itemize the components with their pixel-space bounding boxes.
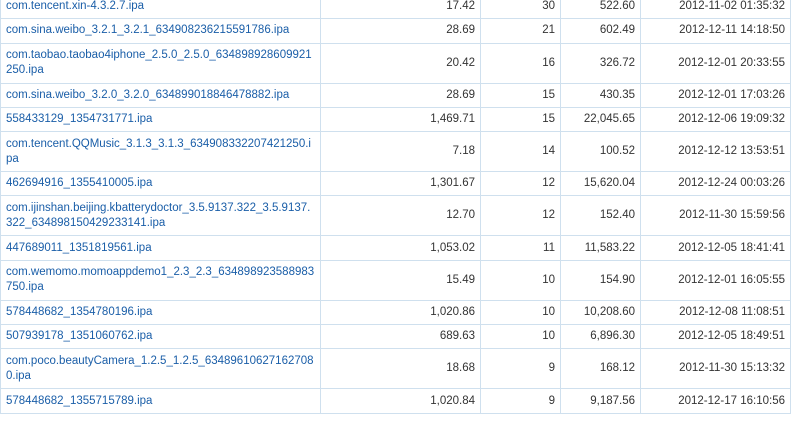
file-size-cell: 18.68 (320, 348, 481, 390)
total-size-cell: 22,045.65 (560, 106, 641, 133)
table-row: com.tencent.xin-4.3.2.7.ipa 17.42 30 522… (0, 0, 791, 20)
timestamp-cell: 2012-12-01 20:33:55 (640, 42, 791, 84)
total-size-cell: 326.72 (560, 42, 641, 84)
timestamp-cell: 2012-12-01 16:05:55 (640, 259, 791, 301)
total-size-cell: 9,187.56 (560, 388, 641, 414)
file-name-link[interactable]: 578448682_1355715789.ipa (0, 388, 321, 414)
file-size-cell: 1,469.71 (320, 106, 481, 133)
file-name-link[interactable]: com.taobao.taobao4iphone_2.5.0_2.5.0_634… (0, 42, 321, 84)
table-row: 462694916_1355410005.ipa 1,301.67 12 15,… (0, 171, 791, 197)
download-count-cell: 12 (480, 195, 561, 237)
file-name-link[interactable]: 578448682_1354780196.ipa (0, 299, 321, 326)
timestamp-cell: 2012-12-06 19:09:32 (640, 106, 791, 133)
file-name-link[interactable]: com.ijinshan.beijing.kbatterydoctor_3.5.… (0, 195, 321, 237)
download-count-cell: 9 (480, 388, 561, 414)
download-count-cell: 30 (480, 0, 561, 20)
download-count-cell: 10 (480, 299, 561, 326)
file-size-cell: 1,053.02 (320, 235, 481, 261)
file-size-cell: 1,020.86 (320, 299, 481, 326)
file-size-cell: 689.63 (320, 324, 481, 350)
timestamp-cell: 2012-12-05 18:49:51 (640, 324, 791, 350)
timestamp-cell: 2012-12-24 00:03:26 (640, 171, 791, 197)
download-count-cell: 10 (480, 324, 561, 350)
ipa-stats-table: com.tencent.xin-4.3.2.7.ipa 17.42 30 522… (0, 0, 791, 414)
file-name-link[interactable]: 558433129_1354731771.ipa (0, 106, 321, 133)
timestamp-cell: 2012-12-12 13:53:51 (640, 131, 791, 173)
file-name-link[interactable]: com.sina.weibo_3.2.0_3.2.0_6348990188464… (0, 82, 321, 108)
total-size-cell: 6,896.30 (560, 324, 641, 350)
file-name-link[interactable]: com.sina.weibo_3.2.1_3.2.1_6349082362155… (0, 18, 321, 44)
total-size-cell: 10,208.60 (560, 299, 641, 326)
table-row: 507939178_1351060762.ipa 689.63 10 6,896… (0, 324, 791, 350)
file-name-link[interactable]: 462694916_1355410005.ipa (0, 171, 321, 197)
download-count-cell: 16 (480, 42, 561, 84)
total-size-cell: 11,583.22 (560, 235, 641, 261)
file-size-cell: 1,301.67 (320, 171, 481, 197)
table-row: 578448682_1354780196.ipa 1,020.86 10 10,… (0, 299, 791, 326)
timestamp-cell: 2012-12-01 17:03:26 (640, 82, 791, 108)
total-size-cell: 522.60 (560, 0, 641, 20)
total-size-cell: 152.40 (560, 195, 641, 237)
download-count-cell: 21 (480, 18, 561, 44)
table-row: 447689011_1351819561.ipa 1,053.02 11 11,… (0, 235, 791, 261)
file-size-cell: 28.69 (320, 18, 481, 44)
file-size-cell: 12.70 (320, 195, 481, 237)
table-row: com.poco.beautyCamera_1.2.5_1.2.5_634896… (0, 348, 791, 390)
timestamp-cell: 2012-12-05 18:41:41 (640, 235, 791, 261)
table-row: com.ijinshan.beijing.kbatterydoctor_3.5.… (0, 195, 791, 237)
table-row: com.taobao.taobao4iphone_2.5.0_2.5.0_634… (0, 42, 791, 84)
table-body: com.tencent.xin-4.3.2.7.ipa 17.42 30 522… (0, 0, 791, 414)
table-row: com.tencent.QQMusic_3.1.3_3.1.3_63490833… (0, 131, 791, 173)
file-size-cell: 1,020.84 (320, 388, 481, 414)
file-size-cell: 15.49 (320, 259, 481, 301)
download-count-cell: 15 (480, 82, 561, 108)
total-size-cell: 100.52 (560, 131, 641, 173)
table-row: com.wemomo.momoappdemo1_2.3_2.3_63489892… (0, 259, 791, 301)
table-row: 558433129_1354731771.ipa 1,469.71 15 22,… (0, 106, 791, 133)
download-count-cell: 12 (480, 171, 561, 197)
table-row: 578448682_1355715789.ipa 1,020.84 9 9,18… (0, 388, 791, 414)
file-name-link[interactable]: 447689011_1351819561.ipa (0, 235, 321, 261)
total-size-cell: 15,620.04 (560, 171, 641, 197)
timestamp-cell: 2012-11-30 15:59:56 (640, 195, 791, 237)
file-size-cell: 28.69 (320, 82, 481, 108)
download-count-cell: 9 (480, 348, 561, 390)
file-name-link[interactable]: com.tencent.xin-4.3.2.7.ipa (0, 0, 321, 20)
file-name-link[interactable]: com.tencent.QQMusic_3.1.3_3.1.3_63490833… (0, 131, 321, 173)
file-size-cell: 20.42 (320, 42, 481, 84)
download-count-cell: 15 (480, 106, 561, 133)
download-count-cell: 10 (480, 259, 561, 301)
file-size-cell: 7.18 (320, 131, 481, 173)
total-size-cell: 430.35 (560, 82, 641, 108)
download-count-cell: 14 (480, 131, 561, 173)
timestamp-cell: 2012-12-08 11:08:51 (640, 299, 791, 326)
total-size-cell: 168.12 (560, 348, 641, 390)
timestamp-cell: 2012-12-17 16:10:56 (640, 388, 791, 414)
table-row: com.sina.weibo_3.2.0_3.2.0_6348990188464… (0, 82, 791, 108)
file-name-link[interactable]: 507939178_1351060762.ipa (0, 324, 321, 350)
table-row: com.sina.weibo_3.2.1_3.2.1_6349082362155… (0, 18, 791, 44)
total-size-cell: 154.90 (560, 259, 641, 301)
download-count-cell: 11 (480, 235, 561, 261)
file-size-cell: 17.42 (320, 0, 481, 20)
timestamp-cell: 2012-11-30 15:13:32 (640, 348, 791, 390)
file-name-link[interactable]: com.poco.beautyCamera_1.2.5_1.2.5_634896… (0, 348, 321, 390)
file-name-link[interactable]: com.wemomo.momoappdemo1_2.3_2.3_63489892… (0, 259, 321, 301)
timestamp-cell: 2012-11-02 01:35:32 (640, 0, 791, 20)
total-size-cell: 602.49 (560, 18, 641, 44)
timestamp-cell: 2012-12-11 14:18:50 (640, 18, 791, 44)
